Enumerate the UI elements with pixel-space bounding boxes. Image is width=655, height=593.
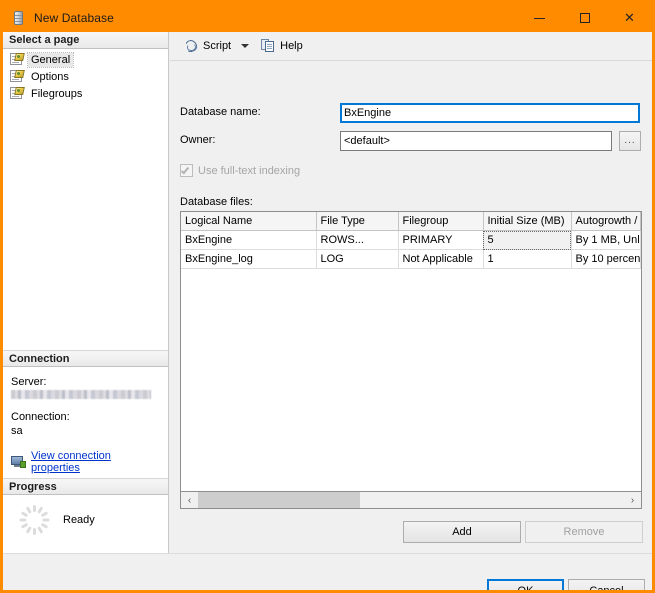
column-header-initial-size[interactable]: Initial Size (MB) bbox=[483, 212, 572, 231]
help-icon bbox=[261, 39, 276, 53]
sidebar-item-general[interactable]: General bbox=[3, 51, 168, 68]
connection-value: sa bbox=[11, 425, 23, 437]
left-pane: Select a page General Options Filegroups… bbox=[3, 32, 169, 553]
script-button[interactable]: Script bbox=[180, 36, 235, 56]
page-icon bbox=[10, 70, 25, 83]
select-page-header: Select a page bbox=[3, 32, 168, 49]
database-files-label: Database files: bbox=[180, 196, 253, 208]
server-label: Server: bbox=[11, 376, 47, 388]
sidebar-item-label: Filegroups bbox=[31, 87, 83, 100]
table-row[interactable]: BxEngine ROWS... PRIMARY 5 By 1 MB, Unli… bbox=[181, 230, 641, 250]
cell-initial-size[interactable]: 5 bbox=[483, 230, 572, 250]
cancel-label: Cancel bbox=[589, 584, 624, 593]
close-icon: ✕ bbox=[624, 10, 635, 25]
column-header-logical-name[interactable]: Logical Name bbox=[181, 212, 317, 231]
connection-header: Connection bbox=[3, 350, 168, 367]
column-header-file-type[interactable]: File Type bbox=[316, 212, 399, 231]
window-controls: ✕ bbox=[517, 3, 652, 32]
script-icon bbox=[183, 38, 199, 54]
fulltext-indexing-label: Use full-text indexing bbox=[198, 164, 301, 177]
cell-autogrowth[interactable]: By 1 MB, Unlimited bbox=[571, 230, 641, 250]
minimize-button[interactable] bbox=[517, 3, 562, 32]
column-header-autogrowth[interactable]: Autogrowth / Maxsize bbox=[571, 212, 641, 231]
database-name-row: Database name: bbox=[180, 106, 261, 118]
remove-button: Remove bbox=[525, 521, 643, 543]
owner-input[interactable]: <default> bbox=[340, 131, 612, 151]
grid-empty-area bbox=[181, 269, 641, 469]
database-name-input[interactable]: BxEngine bbox=[340, 103, 640, 123]
progress-section: Progress Ready bbox=[3, 478, 168, 535]
browse-ellipsis-icon: ... bbox=[624, 135, 636, 146]
check-icon bbox=[180, 165, 190, 175]
add-button[interactable]: Add bbox=[403, 521, 521, 543]
connection-properties-icon bbox=[11, 455, 27, 469]
close-button[interactable]: ✕ bbox=[607, 3, 652, 32]
scroll-left-arrow-icon[interactable]: ‹ bbox=[181, 492, 198, 508]
owner-browse-button[interactable]: ... bbox=[619, 131, 641, 151]
new-database-dialog: New Database ✕ Select a page General Opt… bbox=[0, 0, 655, 593]
fulltext-indexing-checkbox bbox=[180, 164, 193, 177]
minimize-icon bbox=[534, 17, 545, 19]
remove-label: Remove bbox=[563, 526, 605, 538]
ok-label: OK bbox=[517, 584, 534, 593]
cell-logical-name[interactable]: BxEngine_log bbox=[181, 249, 317, 269]
server-value-redacted bbox=[11, 390, 151, 399]
table-header-row: Logical Name File Type Filegroup Initial… bbox=[181, 212, 641, 231]
sidebar-item-filegroups[interactable]: Filegroups bbox=[3, 85, 168, 102]
column-header-filegroup[interactable]: Filegroup bbox=[398, 212, 484, 231]
help-label: Help bbox=[280, 40, 303, 52]
dialog-body: Select a page General Options Filegroups… bbox=[3, 32, 652, 590]
sidebar-item-options[interactable]: Options bbox=[3, 68, 168, 85]
progress-header: Progress bbox=[3, 478, 168, 495]
script-label: Script bbox=[203, 40, 232, 52]
cell-initial-size[interactable]: 1 bbox=[483, 249, 572, 269]
database-files-table: Logical Name File Type Filegroup Initial… bbox=[181, 212, 641, 269]
maximize-button[interactable] bbox=[562, 3, 607, 32]
progress-spinner-icon bbox=[19, 505, 49, 535]
add-label: Add bbox=[452, 526, 472, 538]
scrollbar-track[interactable] bbox=[198, 492, 624, 508]
cell-logical-name[interactable]: BxEngine bbox=[181, 230, 317, 250]
script-dropdown-chevron-down-icon[interactable] bbox=[241, 44, 250, 48]
scrollbar-thumb[interactable] bbox=[198, 492, 360, 508]
cell-autogrowth[interactable]: By 10 percent, Unlimited bbox=[571, 249, 641, 269]
sidebar-item-label: Options bbox=[31, 70, 69, 83]
connection-label: Connection: bbox=[11, 411, 70, 423]
scroll-right-arrow-icon[interactable]: › bbox=[624, 492, 641, 508]
owner-row: Owner: bbox=[180, 134, 215, 146]
view-connection-properties-link[interactable]: View connection properties bbox=[31, 450, 160, 474]
cell-filegroup[interactable]: PRIMARY bbox=[398, 230, 484, 250]
dialog-footer: OK Cancel bbox=[3, 553, 652, 593]
database-name-label: Database name: bbox=[180, 106, 261, 118]
database-name-value: BxEngine bbox=[344, 107, 392, 119]
page-list: General Options Filegroups bbox=[3, 49, 168, 102]
window-title: New Database bbox=[34, 10, 114, 25]
page-icon bbox=[10, 53, 25, 66]
page-icon bbox=[10, 87, 25, 100]
right-pane: Script Help Database name: BxEngine Owne… bbox=[170, 32, 652, 553]
progress-status: Ready bbox=[63, 514, 95, 526]
database-server-icon bbox=[11, 10, 27, 26]
ok-button[interactable]: OK bbox=[487, 579, 564, 593]
general-form: Database name: BxEngine Owner: <default>… bbox=[170, 61, 652, 553]
owner-label: Owner: bbox=[180, 134, 216, 146]
owner-value: <default> bbox=[344, 135, 390, 147]
maximize-icon bbox=[579, 12, 590, 23]
table-row[interactable]: BxEngine_log LOG Not Applicable 1 By 10 … bbox=[181, 249, 641, 269]
toolbar: Script Help bbox=[170, 32, 652, 61]
help-button[interactable]: Help bbox=[257, 36, 307, 56]
sidebar-item-label: General bbox=[26, 51, 75, 68]
cell-file-type[interactable]: LOG bbox=[316, 249, 399, 269]
database-files-grid[interactable]: Logical Name File Type Filegroup Initial… bbox=[180, 211, 642, 492]
title-bar: New Database ✕ bbox=[3, 3, 652, 32]
cancel-button[interactable]: Cancel bbox=[568, 579, 645, 593]
fulltext-indexing-checkbox-row: Use full-text indexing bbox=[180, 164, 300, 177]
grid-horizontal-scrollbar[interactable]: ‹ › bbox=[180, 492, 642, 509]
cell-filegroup[interactable]: Not Applicable bbox=[398, 249, 484, 269]
cell-file-type[interactable]: ROWS... bbox=[316, 230, 399, 250]
connection-section: Connection Server: Connection: sa View c… bbox=[3, 350, 168, 474]
